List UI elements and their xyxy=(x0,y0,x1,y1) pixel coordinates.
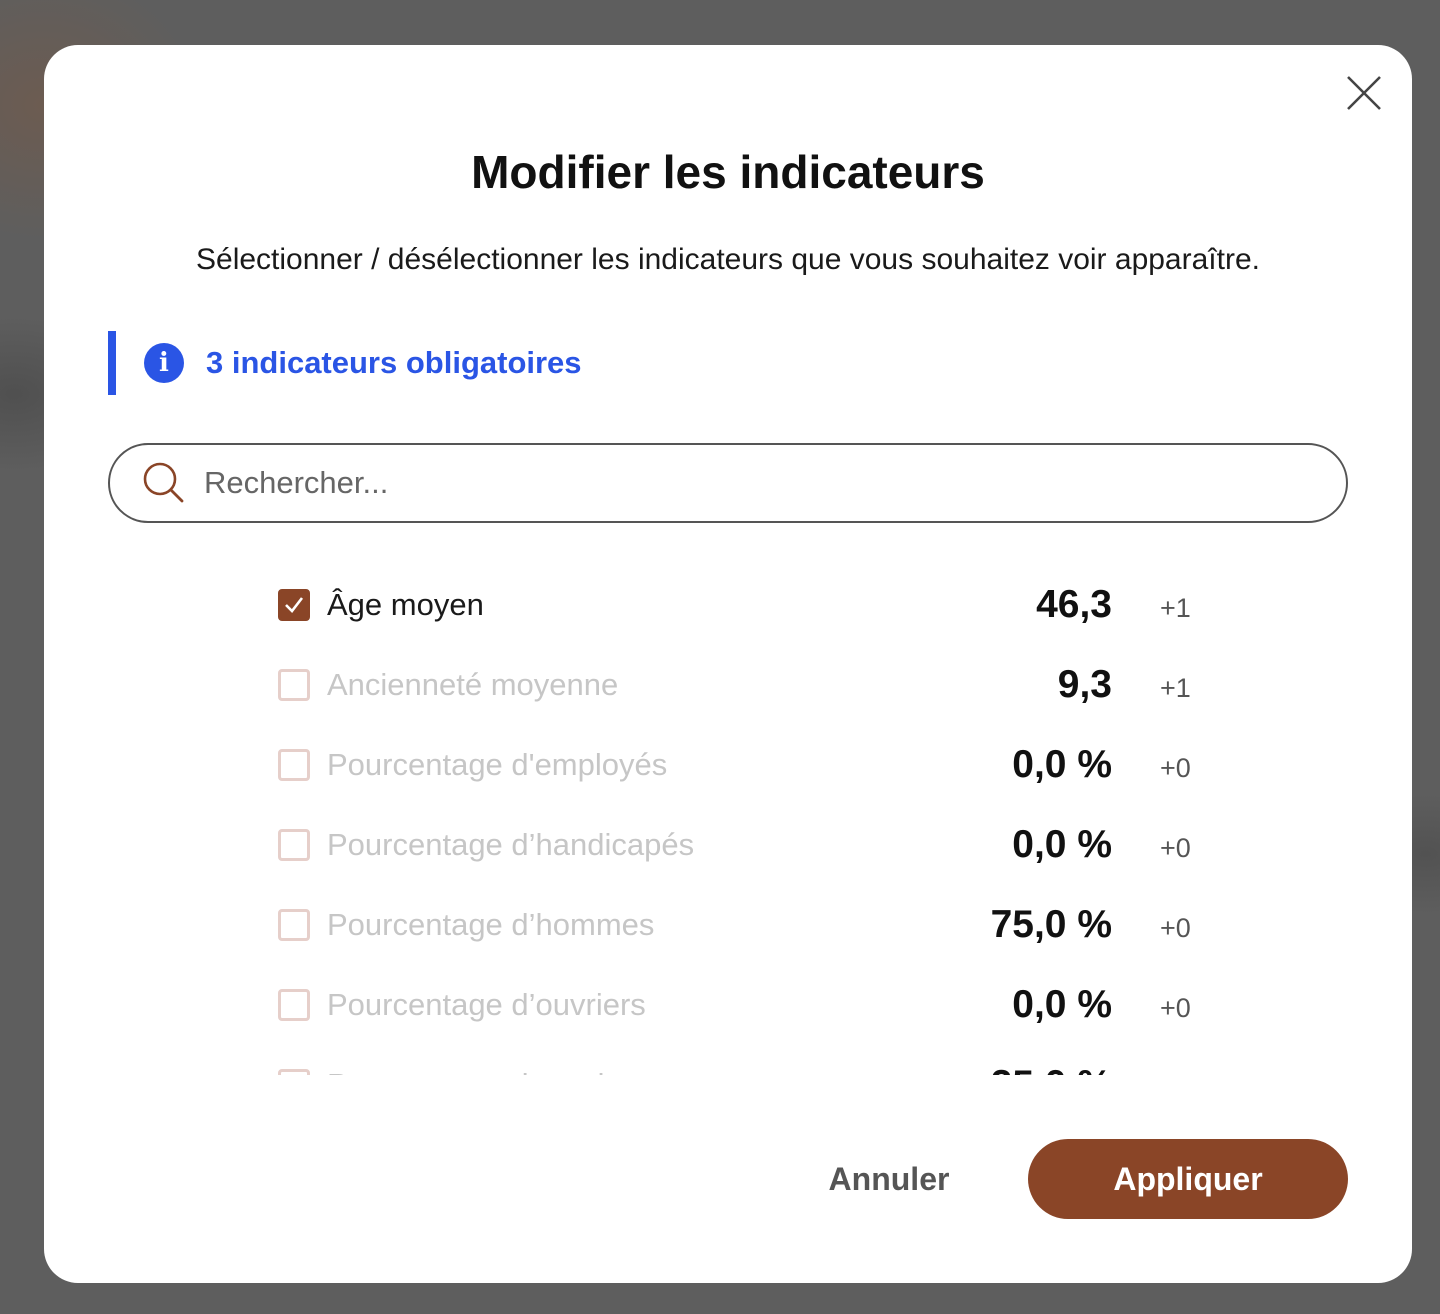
indicator-checkbox[interactable] xyxy=(278,989,310,1021)
indicator-checkbox[interactable] xyxy=(278,589,310,621)
indicator-delta: +0 xyxy=(1160,993,1191,1023)
check-icon xyxy=(285,597,304,613)
indicator-value: 0,0 % xyxy=(1012,743,1112,786)
indicator-row[interactable]: Pourcentage de cadres 25,0 % +0 xyxy=(278,1045,1208,1075)
indicator-delta: +0 xyxy=(1160,1073,1191,1075)
indicator-checkbox[interactable] xyxy=(278,829,310,861)
indicator-row[interactable]: Pourcentage d’ouvriers 0,0 % +0 xyxy=(278,965,1208,1045)
indicator-value: 25,0 % xyxy=(991,1063,1112,1075)
indicator-label: Pourcentage d’ouvriers xyxy=(327,987,646,1022)
indicator-row[interactable]: Pourcentage d’hommes 75,0 % +0 xyxy=(278,885,1208,965)
indicator-row[interactable]: Pourcentage d'employés 0,0 % +0 xyxy=(278,725,1208,805)
indicator-checkbox[interactable] xyxy=(278,749,310,781)
indicator-value: 0,0 % xyxy=(1012,983,1112,1026)
mandatory-info-banner: i 3 indicateurs obligatoires xyxy=(108,331,808,395)
indicator-label: Pourcentage de cadres xyxy=(327,1067,648,1075)
apply-button[interactable]: Appliquer xyxy=(1028,1139,1348,1219)
indicator-delta: +0 xyxy=(1160,913,1191,943)
indicator-label: Pourcentage d’handicapés xyxy=(327,827,695,862)
indicator-label: Ancienneté moyenne xyxy=(327,667,619,702)
modal-title: Modifier les indicateurs xyxy=(471,146,985,198)
indicator-checkbox[interactable] xyxy=(278,1069,310,1075)
indicator-delta: +0 xyxy=(1160,753,1191,783)
indicator-value: 46,3 xyxy=(1036,583,1112,626)
indicator-label: Âge moyen xyxy=(327,587,484,622)
indicator-delta: +0 xyxy=(1160,833,1191,863)
mandatory-info-text: 3 indicateurs obligatoires xyxy=(206,345,582,380)
info-icon: i xyxy=(144,343,184,383)
cancel-button[interactable]: Annuler xyxy=(804,1139,974,1219)
search-input[interactable] xyxy=(204,465,1304,501)
indicator-label: Pourcentage d'employés xyxy=(327,747,668,782)
close-button[interactable] xyxy=(1344,73,1384,113)
indicator-checkbox[interactable] xyxy=(278,669,310,701)
indicator-row[interactable]: Pourcentage d’handicapés 0,0 % +0 xyxy=(278,805,1208,885)
indicator-list: Âge moyen 46,3 +1 Ancienneté moyenne 9,3 +1 Po… xyxy=(278,565,1208,1075)
indicator-delta: +1 xyxy=(1160,673,1191,703)
indicator-row[interactable]: Âge moyen 46,3 +1 xyxy=(278,565,1208,645)
indicator-checkbox[interactable] xyxy=(278,909,310,941)
indicator-value: 9,3 xyxy=(1057,663,1112,706)
search-icon xyxy=(143,462,184,503)
indicator-value: 0,0 % xyxy=(1012,823,1112,866)
indicators-modal: Modifier les indicateurs Sélectionner / … xyxy=(44,45,1412,1283)
close-icon xyxy=(1347,76,1381,110)
modal-subtitle: Sélectionner / désélectionner les indica… xyxy=(196,243,1260,276)
indicator-value: 75,0 % xyxy=(990,903,1112,946)
indicator-row[interactable]: Ancienneté moyenne 9,3 +1 xyxy=(278,645,1208,725)
indicator-delta: +1 xyxy=(1160,593,1191,623)
search-box xyxy=(108,443,1348,523)
indicator-label: Pourcentage d’hommes xyxy=(327,907,655,942)
